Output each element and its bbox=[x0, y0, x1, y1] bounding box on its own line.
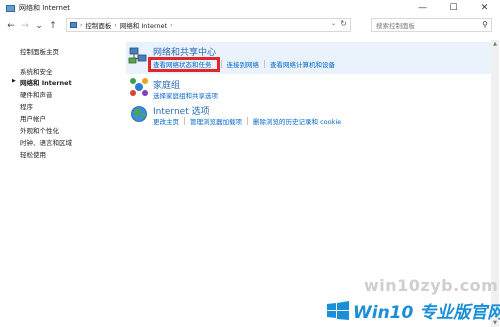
link-divider bbox=[184, 117, 185, 125]
minimize-button[interactable]: — bbox=[407, 0, 438, 16]
sidebar-item-system-security[interactable]: 系统和安全 bbox=[20, 66, 53, 76]
link-divider bbox=[264, 60, 265, 68]
chevron-right-icon[interactable]: › bbox=[170, 22, 172, 29]
forward-button[interactable]: → bbox=[19, 19, 31, 33]
link-connect-to-network[interactable]: 连接到网络 bbox=[227, 59, 260, 69]
up-button[interactable]: ↑ bbox=[47, 19, 59, 33]
scroll-up-icon[interactable]: ▲ bbox=[491, 40, 499, 48]
search-icon[interactable]: ⚲ bbox=[482, 20, 488, 29]
search-placeholder: 搜索控制面板 bbox=[376, 22, 415, 30]
watermark-brand: Win10 专业版官网 bbox=[326, 298, 500, 323]
refresh-icon[interactable]: ↻ bbox=[340, 19, 347, 28]
chevron-right-icon: › bbox=[80, 21, 83, 29]
title-bar: 网络和 Internet — ☐ ✕ bbox=[0, 0, 500, 16]
watermark-brand-text: Win10 专业版官网 bbox=[353, 303, 500, 323]
breadcrumb-control-panel[interactable]: 控制面板 bbox=[85, 20, 111, 30]
sidebar-item-hardware-sound[interactable]: 硬件和声音 bbox=[20, 89, 53, 99]
navigation-bar: ← → ⌄ ↑ › 控制面板 › 网络和 Internet › ⌄ ↻ 搜索控制… bbox=[0, 16, 500, 36]
homegroup-icon bbox=[130, 78, 148, 96]
watermark: win10zyb.com Win10 专业版官网 bbox=[326, 276, 500, 324]
homegroup-links: 选择家庭组和共享选项 bbox=[153, 90, 218, 100]
link-delete-browsing-history[interactable]: 删除浏览的历史记录和 cookie bbox=[253, 116, 341, 126]
link-divider bbox=[247, 117, 248, 125]
annotation-highlight-box bbox=[148, 57, 220, 72]
watermark-url: win10zyb.com bbox=[364, 276, 499, 295]
control-panel-icon bbox=[70, 22, 77, 28]
network-sharing-center-icon bbox=[128, 47, 147, 64]
sidebar-item-control-panel-home[interactable]: 控制面板主页 bbox=[20, 46, 59, 56]
breadcrumb-network-internet[interactable]: 网络和 Internet bbox=[120, 20, 167, 30]
sidebar-item-clock-region[interactable]: 时钟、语言和区域 bbox=[20, 137, 72, 147]
link-view-network-computers[interactable]: 查看网络计算机和设备 bbox=[270, 59, 335, 69]
link-change-homepage[interactable]: 更改主页 bbox=[153, 116, 179, 126]
maximize-button[interactable]: ☐ bbox=[438, 0, 469, 16]
address-dropdown-icon[interactable]: ⌄ bbox=[331, 20, 336, 27]
close-button[interactable]: ✕ bbox=[469, 0, 500, 16]
chevron-right-icon[interactable]: › bbox=[114, 22, 116, 29]
windows-logo-icon bbox=[327, 300, 349, 320]
sidebar: 控制面板主页 系统和安全 ▶ 网络和 Internet 硬件和声音 程序 用户帐… bbox=[0, 36, 113, 327]
sidebar-item-programs[interactable]: 程序 bbox=[20, 101, 33, 111]
current-page-marker-icon: ▶ bbox=[12, 78, 16, 84]
link-homegroup-sharing-options[interactable]: 选择家庭组和共享选项 bbox=[153, 90, 218, 100]
window-controls: — ☐ ✕ bbox=[407, 0, 500, 16]
link-manage-addons[interactable]: 管理浏览器加载项 bbox=[190, 116, 242, 126]
search-input[interactable]: 搜索控制面板 ⚲ bbox=[371, 18, 492, 32]
control-panel-window: 网络和 Internet — ☐ ✕ ← → ⌄ ↑ › 控制面板 › 网络和 … bbox=[0, 0, 500, 327]
sidebar-item-network-internet: 网络和 Internet bbox=[20, 79, 72, 87]
link-divider bbox=[220, 60, 222, 68]
sidebar-item-user-accounts[interactable]: 用户帐户 bbox=[20, 113, 46, 123]
sidebar-item-appearance[interactable]: 外观和个性化 bbox=[20, 125, 59, 135]
address-bar[interactable]: › 控制面板 › 网络和 Internet › ⌄ ↻ bbox=[66, 18, 351, 32]
window-title: 网络和 Internet bbox=[19, 4, 71, 12]
control-panel-icon bbox=[6, 4, 15, 12]
internet-options-icon bbox=[131, 106, 147, 122]
recent-locations-button[interactable]: ⌄ bbox=[33, 19, 45, 33]
back-button[interactable]: ← bbox=[5, 19, 17, 33]
sidebar-item-ease-of-access[interactable]: 轻松使用 bbox=[20, 149, 46, 159]
internet-options-links: 更改主页 管理浏览器加载项 删除浏览的历史记录和 cookie bbox=[153, 116, 341, 126]
